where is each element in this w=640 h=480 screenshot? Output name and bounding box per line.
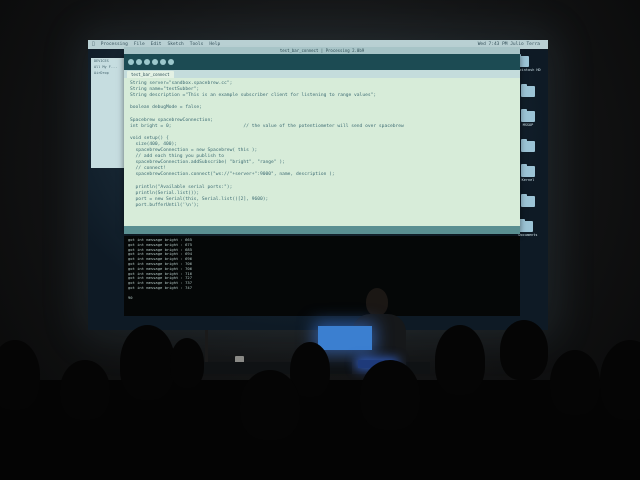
audience-head — [170, 338, 204, 388]
export-button[interactable] — [168, 59, 174, 65]
desktop-icon-kernel[interactable]: Kernel — [521, 164, 535, 182]
editor-title: test_bar_connect | Processing 2.0b9 — [124, 47, 520, 54]
save-button[interactable] — [160, 59, 166, 65]
new-button[interactable] — [144, 59, 150, 65]
audience-head — [500, 320, 548, 380]
folder-icon — [521, 84, 535, 97]
tab-sketch[interactable]: test_bar_connect — [127, 71, 174, 78]
desktop-icon-documents[interactable]: Documents — [518, 219, 537, 237]
audience-silhouettes — [0, 300, 640, 480]
code-area[interactable]: String server="sandbox.spacebrew.cc"; Str… — [124, 78, 520, 212]
audience-head — [60, 360, 110, 420]
console-lines: got int message bright : 665 got int mess… — [124, 236, 520, 302]
audience-head — [550, 350, 600, 415]
folder-icon — [521, 139, 535, 152]
editor-tabs: test_bar_connect — [124, 70, 520, 78]
code-line: port.bufferUntil('\n'); — [130, 202, 200, 208]
stop-button[interactable] — [136, 59, 142, 65]
editor-status-bar — [124, 226, 520, 234]
processing-editor-window: test_bar_connect | Processing 2.0b9 test… — [124, 47, 520, 234]
audience-head — [600, 340, 640, 420]
audience-head — [120, 325, 175, 400]
desktop-icon-4[interactable] — [521, 139, 535, 152]
projection-screen:  Processing File Edit Sketch Tools Help… — [88, 40, 548, 330]
folder-icon — [521, 194, 535, 207]
audience-head — [435, 325, 485, 395]
audience-head — [240, 370, 300, 440]
desktop-icon-mssop[interactable]: MSSOP — [521, 109, 535, 127]
editor-toolbar — [124, 54, 520, 70]
desktop-icon-2[interactable] — [521, 84, 535, 97]
folder-icon — [518, 219, 533, 232]
audience-head — [0, 340, 40, 410]
audience-head — [360, 360, 420, 430]
folder-icon — [521, 164, 535, 177]
apple-icon[interactable]:  — [92, 42, 95, 47]
desktop-icon-6[interactable] — [521, 194, 535, 207]
folder-icon — [521, 109, 535, 122]
open-button[interactable] — [152, 59, 158, 65]
run-button[interactable] — [128, 59, 134, 65]
